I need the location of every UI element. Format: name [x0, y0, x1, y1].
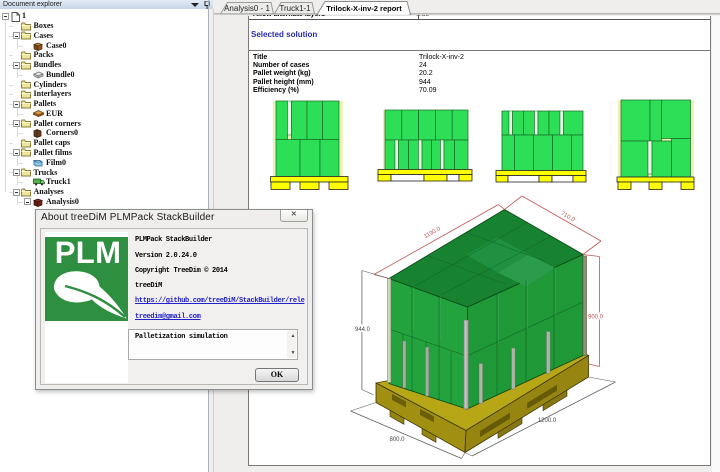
svg-text:800.0: 800.0	[389, 437, 405, 443]
svg-text:1200.0: 1200.0	[538, 418, 557, 424]
svg-text:PLM: PLM	[55, 237, 122, 270]
svg-text:944.0: 944.0	[355, 327, 371, 333]
svg-text:900.0: 900.0	[588, 315, 604, 321]
